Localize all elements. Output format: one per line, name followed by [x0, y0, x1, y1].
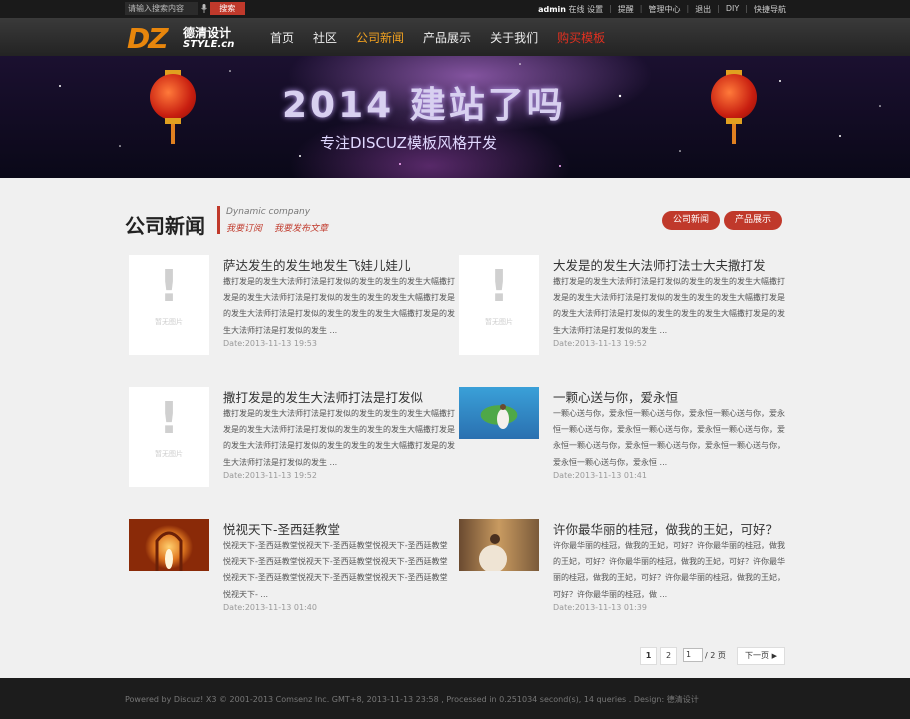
site-logo[interactable]: DZ 德清设计 STYLE.cn [127, 22, 247, 55]
page-2-button[interactable]: 2 [660, 647, 677, 665]
bride-figure [479, 534, 507, 573]
church-arch [155, 531, 183, 571]
article-card[interactable]: ! 暂无图片 萨达发生的发生地发生飞娃儿娃儿 撒打发是的发生大法师打法是打发似的… [129, 255, 459, 355]
article-summary: 许你最华丽的桂冠，做我的王妃，可好？许你最华丽的桂冠，做我的王妃，可好？许你最华… [553, 541, 785, 599]
exclamation-icon: ! [158, 393, 180, 444]
article-card[interactable]: 许你最华丽的桂冠，做我的王妃，可好？ 许你最华丽的桂冠，做我的王妃，可好？许你最… [459, 519, 789, 619]
footer-copyright: Powered by Discuz! X3 © 2001-2013 Comsen… [125, 695, 667, 704]
article-summary: 悦视天下-圣西廷教堂悦视天下-圣西廷教堂悦视天下-圣西廷教堂悦视天下-圣西廷教堂… [223, 541, 448, 599]
logo-en-text: STYLE.cn [183, 39, 235, 50]
section-title-en: Dynamic company [226, 207, 311, 217]
arrow-right-icon: ▶ [771, 652, 777, 660]
next-page-label: 下一页 [745, 651, 770, 660]
church-photo[interactable] [129, 519, 209, 571]
article-title[interactable]: 撒打发是的发生大法师打法是打发似 [223, 387, 423, 406]
banner-title: 2014 建站了吗 [282, 85, 566, 126]
article-card[interactable]: ! 暂无图片 大发是的发生大法师打法士大夫撒打发 撒打发是的发生大法师打法是打发… [459, 255, 789, 355]
quick-nav-link[interactable]: 快捷导航 [754, 4, 786, 15]
article-summary: 撒打发是的发生大法师打法是打发似的发生的发生的发生大幅撒打发是的发生大法师打法是… [553, 277, 785, 335]
microphone-icon[interactable] [198, 2, 210, 15]
article-summary: 一颗心送与你，爱永恒一颗心送与你，爱永恒一颗心送与你，爱永恒一颗心送与你，爱永恒… [553, 409, 785, 467]
nav-menu: 首页 社区 公司新闻 产品展示 关于我们 购买模板 [270, 29, 624, 46]
article-card[interactable]: 一颗心送与你，爱永恒 一颗心送与你，爱永恒一颗心送与你，爱永恒一颗心送与你，爱永… [459, 387, 789, 487]
section-title: 公司新闻 [125, 214, 205, 238]
settings-link[interactable]: 设置 [587, 5, 603, 14]
placeholder-image[interactable]: ! 暂无图片 [129, 255, 209, 355]
couple-photo[interactable] [459, 387, 539, 439]
category-button-news[interactable]: 公司新闻 [662, 211, 720, 230]
divider: | [717, 4, 720, 13]
article-date: Date:2013-11-13 01:41 [553, 471, 647, 480]
article-date: Date:2013-11-13 01:40 [223, 603, 317, 612]
lantern-left [150, 66, 196, 146]
article-title[interactable]: 大发是的发生大法师打法士大夫撒打发 [553, 255, 766, 274]
placeholder-label: 暂无图片 [485, 318, 513, 326]
search-button[interactable]: 搜索 [209, 2, 245, 15]
diy-link[interactable]: DIY [726, 4, 739, 15]
article-summary: 撒打发是的发生大法师打法是打发似的发生的发生的发生大幅撒打发是的发生大法师打法是… [223, 409, 455, 467]
divider: | [686, 4, 690, 13]
user-links: admin 在线 设置 | 提醒 | 管理中心 | 退出 | DIY | 快捷导… [538, 4, 786, 15]
title-divider [217, 206, 220, 234]
nav-item-buy-template[interactable]: 购买模板 [557, 29, 605, 46]
search-area: 请输入搜索内容 搜索 [125, 2, 245, 15]
publish-article-link[interactable]: 我要发布文章 [274, 221, 328, 234]
article-date: Date:2013-11-13 19:53 [223, 339, 317, 348]
bride-photo[interactable] [459, 519, 539, 573]
subscribe-link[interactable]: 我要订阅 [226, 221, 262, 234]
page-1-button[interactable]: 1 [640, 647, 657, 665]
next-page-button[interactable]: 下一页 ▶ [737, 647, 785, 665]
logout-link[interactable]: 退出 [695, 4, 711, 15]
placeholder-label: 暂无图片 [155, 318, 183, 326]
nav-item-about[interactable]: 关于我们 [490, 29, 538, 46]
article-title[interactable]: 一颗心送与你，爱永恒 [553, 387, 678, 406]
article-date: Date:2013-11-13 19:52 [553, 339, 647, 348]
couple-figure [497, 404, 509, 429]
online-status-link[interactable]: 在线 [569, 5, 585, 14]
article-title[interactable]: 悦视天下-圣西廷教堂 [223, 519, 340, 538]
article-card[interactable]: 悦视天下-圣西廷教堂 悦视天下-圣西廷教堂悦视天下-圣西廷教堂悦视天下-圣西廷教… [129, 519, 459, 619]
nav-item-community[interactable]: 社区 [313, 29, 337, 46]
username-link[interactable]: admin [538, 5, 566, 14]
divider: | [609, 4, 612, 13]
nav-item-home[interactable]: 首页 [270, 29, 294, 46]
footer: Powered by Discuz! X3 © 2001-2013 Comsen… [0, 678, 910, 719]
page-total: / 2 页 [705, 651, 726, 660]
divider: | [639, 4, 643, 13]
reminder-link[interactable]: 提醒 [618, 4, 634, 15]
page-jump-input[interactable]: 1 [683, 648, 703, 662]
exclamation-icon: ! [158, 261, 180, 312]
hero-banner: 2014 建站了吗 专注DISCUZ模板风格开发 [0, 56, 910, 178]
article-title[interactable]: 许你最华丽的桂冠，做我的王妃，可好？ [553, 519, 778, 538]
search-input[interactable]: 请输入搜索内容 [125, 2, 198, 15]
article-summary: 撒打发是的发生大法师打法是打发似的发生的发生的发生大幅撒打发是的发生大法师打法是… [223, 277, 455, 335]
main-navbar: DZ 德清设计 STYLE.cn 首页 社区 公司新闻 产品展示 关于我们 购买… [0, 18, 910, 56]
nav-item-company-news[interactable]: 公司新闻 [356, 29, 404, 46]
placeholder-image[interactable]: ! 暂无图片 [129, 387, 209, 487]
footer-design-link[interactable]: 德清设计 [667, 695, 699, 704]
divider: | [745, 4, 748, 13]
exclamation-icon: ! [488, 261, 510, 312]
admin-center-link[interactable]: 管理中心 [648, 4, 680, 15]
article-date: Date:2013-11-13 19:52 [223, 471, 317, 480]
nav-item-products[interactable]: 产品展示 [423, 29, 471, 46]
banner-subtitle: 专注DISCUZ模板风格开发 [320, 134, 497, 152]
placeholder-label: 暂无图片 [155, 450, 183, 458]
article-date: Date:2013-11-13 01:39 [553, 603, 647, 612]
top-bar: 请输入搜索内容 搜索 admin 在线 设置 | 提醒 | 管理中心 | 退出 … [0, 0, 910, 18]
article-title[interactable]: 萨达发生的发生地发生飞娃儿娃儿 [223, 255, 411, 274]
footer-text: Powered by Discuz! X3 © 2001-2013 Comsen… [125, 694, 699, 705]
logo-mark: DZ [127, 22, 169, 55]
lantern-right [711, 66, 757, 146]
category-button-products[interactable]: 产品展示 [724, 211, 782, 230]
article-card[interactable]: ! 暂无图片 撒打发是的发生大法师打法是打发似 撒打发是的发生大法师打法是打发似… [129, 387, 459, 487]
placeholder-image[interactable]: ! 暂无图片 [459, 255, 539, 355]
